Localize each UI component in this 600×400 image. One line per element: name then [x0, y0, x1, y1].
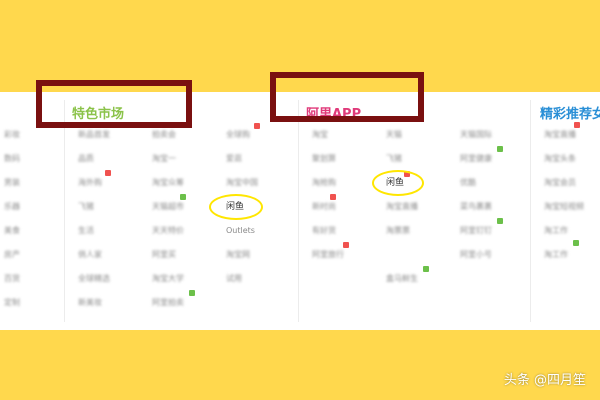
menu-item-blurred[interactable]: 品质 — [78, 154, 94, 164]
menu-item-blurred[interactable]: 优酷 — [460, 178, 476, 188]
column-divider — [64, 100, 65, 322]
menu-item-blurred[interactable]: 淘宝众筹 — [152, 178, 184, 188]
menu-item-blurred[interactable]: 百货 — [4, 274, 20, 284]
menu-item-blurred[interactable]: 淘宝一 — [152, 154, 176, 164]
menu-item-outlets[interactable]: Outlets — [226, 226, 255, 236]
menu-item-blurred[interactable]: 爱逛 — [226, 154, 242, 164]
menu-item-blurred[interactable]: 全球精选 — [78, 274, 110, 284]
menu-item-blurred[interactable]: 淘抢购 — [312, 178, 336, 188]
column-divider — [298, 100, 299, 322]
menu-item-blurred[interactable]: 阿里小号 — [460, 250, 492, 260]
menu-item-blurred[interactable]: 有好货 — [312, 226, 336, 236]
menu-item-blurred[interactable]: 新品首发 — [78, 130, 110, 140]
menu-item-blurred[interactable]: 试用 — [226, 274, 242, 284]
menu-item-blurred[interactable]: 房产 — [4, 250, 20, 260]
menu-item-blurred[interactable]: 阿里钉钉 — [460, 226, 492, 236]
badge-icon — [574, 122, 580, 128]
menu-item-blurred[interactable]: 美食 — [4, 226, 20, 236]
menu-item-blurred[interactable]: 海外购 — [78, 178, 102, 188]
menu-item-blurred[interactable]: 阿里健康 — [460, 154, 492, 164]
menu-item-blurred[interactable]: 俏人家 — [78, 250, 102, 260]
menu-item-blurred[interactable]: 男装 — [4, 178, 20, 188]
badge-icon — [423, 266, 429, 272]
menu-item-blurred[interactable]: 淘宝中国 — [226, 178, 258, 188]
menu-item-blurred[interactable]: 聚划算 — [312, 154, 336, 164]
menu-item-blurred[interactable]: 淘宝直播 — [544, 130, 576, 140]
watermark: 头条 @四月笙 — [503, 373, 586, 388]
badge-icon — [573, 240, 579, 246]
menu-item-blurred[interactable]: 淘工作 — [544, 250, 568, 260]
badge-icon — [189, 290, 195, 296]
menu-item-blurred[interactable]: 新美妆 — [78, 298, 102, 308]
menu-item-blurred[interactable]: 彩妆 — [4, 130, 20, 140]
menu-item-blurred[interactable]: 盒马鲜生 — [386, 274, 418, 284]
menu-item-blurred[interactable]: 天猫超市 — [152, 202, 184, 212]
badge-icon — [254, 123, 260, 129]
menu-item-blurred[interactable]: 阿里买 — [152, 250, 176, 260]
menu-item-blurred[interactable]: 生活 — [78, 226, 94, 236]
menu-item-blurred[interactable]: 定制 — [4, 298, 20, 308]
menu-item-blurred[interactable]: 阿里拍卖 — [152, 298, 184, 308]
menu-item-blurred[interactable]: 菜鸟裹裹 — [460, 202, 492, 212]
menu-item-blurred[interactable]: 淘宝大学 — [152, 274, 184, 284]
menu-item-blurred[interactable]: 淘宝短视频 — [544, 202, 584, 212]
highlight-ring — [372, 170, 424, 196]
menu-item-blurred[interactable]: 全球购 — [226, 130, 250, 140]
menu-item-blurred[interactable]: 阿里旅行 — [312, 250, 344, 260]
badge-icon — [343, 242, 349, 248]
menu-item-blurred[interactable]: 天猫 — [386, 130, 402, 140]
menu-item-blurred[interactable]: 飞猪 — [78, 202, 94, 212]
highlight-box-ali-app — [270, 72, 424, 122]
section-title-jingcai[interactable]: 精彩推荐女 — [540, 103, 600, 122]
highlight-ring — [209, 194, 263, 220]
menu-item-blurred[interactable]: 淘宝头条 — [544, 154, 576, 164]
menu-item-blurred[interactable]: 数码 — [4, 154, 20, 164]
menu-item-blurred[interactable]: 飞猪 — [386, 154, 402, 164]
column-divider — [530, 100, 531, 322]
badge-icon — [105, 170, 111, 176]
badge-icon — [497, 218, 503, 224]
menu-item-blurred[interactable]: 拍卖会 — [152, 130, 176, 140]
menu-item-blurred[interactable]: 淘工作 — [544, 226, 568, 236]
badge-icon — [180, 194, 186, 200]
menu-item-blurred[interactable]: 新时尚 — [312, 202, 336, 212]
badge-icon — [497, 146, 503, 152]
menu-item-blurred[interactable]: 淘宝网 — [226, 250, 250, 260]
highlight-box-tese — [36, 80, 192, 128]
menu-item-blurred[interactable]: 淘宝会员 — [544, 178, 576, 188]
menu-item-blurred[interactable]: 天猫国际 — [460, 130, 492, 140]
menu-item-blurred[interactable]: 乐器 — [4, 202, 20, 212]
menu-item-blurred[interactable]: 淘宝 — [312, 130, 328, 140]
badge-icon — [330, 194, 336, 200]
menu-item-blurred[interactable]: 天天特价 — [152, 226, 184, 236]
menu-item-blurred[interactable]: 淘票票 — [386, 226, 410, 236]
menu-item-blurred[interactable]: 淘宝直播 — [386, 202, 418, 212]
